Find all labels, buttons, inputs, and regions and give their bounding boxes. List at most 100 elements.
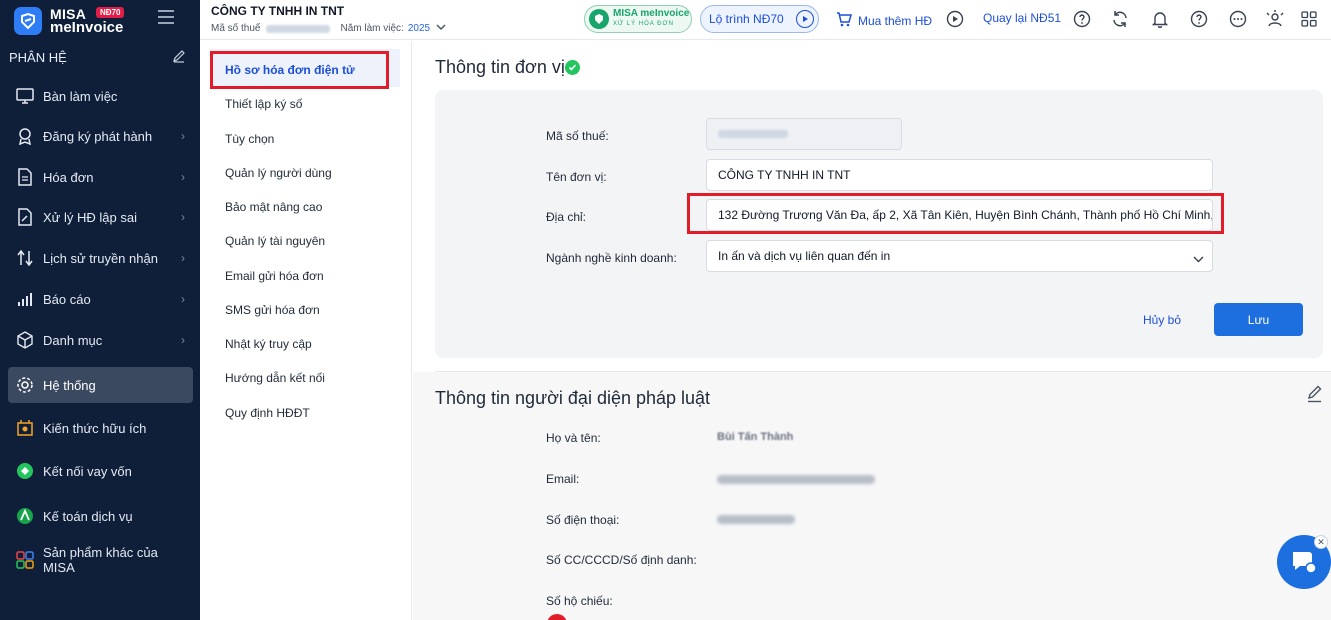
year-label: Năm làm việc: [340, 23, 404, 34]
tax-code-blurred [266, 24, 331, 33]
sidebar-item-san-pham-khac[interactable]: Sản phẩm khác của MISA [8, 542, 193, 578]
tax-code-blurred [718, 130, 788, 138]
section-title: PHÂN HỆ [9, 50, 67, 65]
highlight-box [210, 51, 389, 89]
address-label: Địa chỉ: [546, 210, 587, 224]
knowledge-icon [15, 418, 35, 438]
submenu-item[interactable]: Quản lý người dùng [225, 166, 332, 180]
bar-chart-icon [15, 289, 35, 309]
company-meta: Mã số thuế Năm làm việc: 2025 [211, 23, 446, 34]
brand-line2: meInvoice [50, 19, 124, 36]
chevron-down-icon [1193, 252, 1204, 266]
submenu-item[interactable]: Nhật ký truy cập [225, 337, 312, 351]
sidebar-item-label: Đăng ký phát hành [43, 128, 153, 144]
rep-passport-label: Số hộ chiếu: [546, 594, 613, 608]
misa-logo-icon [14, 7, 42, 35]
company-name: CÔNG TY TNHH IN TNT [211, 4, 345, 18]
sidebar-item-label: Kế toán dịch vụ [43, 508, 133, 524]
sidebar-item-bao-cao[interactable]: Báo cáo › [8, 281, 193, 317]
transfer-arrows-icon [15, 248, 35, 268]
rep-phone-blurred [717, 515, 795, 524]
sidebar-item-ke-toan-dich-vu[interactable]: Kế toán dịch vụ [8, 498, 193, 534]
submenu-item[interactable]: Email gửi hóa đơn [225, 269, 324, 283]
sidebar-item-ket-noi-vay-von[interactable]: Kết nối vay vốn [8, 453, 193, 489]
business-value: In ấn và dịch vụ liên quan đến in [718, 249, 891, 263]
unit-name-field[interactable]: CÔNG TY TNHH IN TNT [706, 159, 1213, 191]
rep-email-label: Email: [546, 472, 580, 486]
help-circle-icon[interactable] [1072, 9, 1092, 29]
buy-more-button[interactable]: Mua thêm HĐ [836, 11, 932, 30]
apps-grid-icon [15, 550, 35, 570]
sidebar-item-lich-su-truyen-nhan[interactable]: Lịch sử truyền nhận › [8, 240, 193, 276]
back-nd51-label: Quay lại NĐ51 [983, 11, 1062, 25]
sidebar-item-xu-ly-hd-lap-sai[interactable]: Xử lý HĐ lập sai › [8, 199, 193, 235]
user-settings-icon[interactable] [1265, 9, 1285, 29]
chevron-right-icon: › [181, 333, 185, 347]
hamburger-menu-icon[interactable] [158, 10, 174, 24]
tax-code-label: Mã số thuế: [546, 129, 609, 143]
tax-code-label: Mã số thuế [211, 23, 261, 34]
edit-pencil-icon[interactable] [1306, 385, 1323, 408]
unit-info-title: Thông tin đơn vị [435, 57, 565, 77]
apps-grid-icon[interactable] [1299, 9, 1319, 29]
chevron-down-icon[interactable] [436, 23, 446, 34]
rep-name-value: Bùi Tấn Thành [717, 431, 794, 443]
chevron-right-icon: › [181, 129, 185, 143]
misa-pill-title: MISA meInvoice [613, 8, 690, 19]
sidebar-item-he-thong[interactable]: Hệ thống [8, 367, 193, 403]
sidebar-item-dang-ky-phat-hanh[interactable]: Đăng ký phát hành › [8, 118, 193, 154]
cube-icon [15, 330, 35, 350]
document-icon [15, 167, 35, 187]
sidebar-item-label: Xử lý HĐ lập sai [43, 209, 137, 225]
sidebar-item-label: Hệ thống [43, 377, 96, 393]
loan-icon [15, 461, 35, 481]
legal-rep-title: Thông tin người đại diện pháp luật [435, 388, 711, 408]
roadmap-button[interactable]: Lộ trình NĐ70 [700, 5, 819, 33]
sidebar-item-hoa-don[interactable]: Hóa đơn › [8, 159, 193, 195]
submenu-item[interactable]: SMS gửi hóa đơn [225, 303, 320, 317]
edit-pencil-icon[interactable] [172, 49, 186, 68]
play-icon [796, 10, 814, 28]
misa-xu-ly-hoa-don-button[interactable]: MISA meInvoice XỬ LÝ HÓA ĐƠN [584, 5, 692, 33]
divider [435, 371, 1331, 372]
cancel-button[interactable]: Hủy bỏ [1143, 313, 1181, 327]
submenu-item[interactable]: Quy định HĐĐT [225, 406, 310, 420]
submenu-item[interactable]: Bảo mật nâng cao [225, 200, 322, 214]
rep-email-blurred [717, 475, 875, 484]
back-nd51-button[interactable]: Quay lại NĐ51 [983, 11, 1061, 25]
rep-id-label: Số CC/CCCD/Số định danh: [546, 553, 697, 567]
close-icon[interactable]: ✕ [1314, 535, 1328, 549]
sidebar-item-label: Danh mục [43, 332, 103, 348]
stamp-icon [15, 126, 35, 146]
submenu-item[interactable]: Quản lý tài nguyên [225, 234, 325, 248]
refresh-icon[interactable] [1110, 9, 1130, 29]
sidebar-item-ban-lam-viec[interactable]: Bàn làm việc [8, 78, 193, 114]
more-options-icon[interactable] [1228, 9, 1248, 29]
question-icon[interactable] [1189, 9, 1209, 29]
business-select[interactable]: In ấn và dịch vụ liên quan đến in [706, 240, 1213, 272]
bell-icon[interactable] [1150, 9, 1170, 29]
misa-pill-subtitle: XỬ LÝ HÓA ĐƠN [613, 21, 674, 27]
submenu-item[interactable]: Thiết lập ký số [225, 97, 302, 111]
save-button[interactable]: Lưu [1214, 303, 1303, 336]
year-value[interactable]: 2025 [408, 23, 430, 34]
chevron-right-icon: › [181, 210, 185, 224]
version-badge: NĐ70 [96, 7, 125, 18]
sidebar-item-kien-thuc[interactable]: Kiến thức hữu ích [8, 410, 193, 446]
chevron-right-icon: › [181, 251, 185, 265]
highlight-box [687, 193, 1224, 234]
sidebar-item-label: Kết nối vay vốn [43, 463, 132, 479]
sidebar-item-label: Kiến thức hữu ích [43, 420, 147, 436]
monitor-icon [15, 86, 35, 106]
play-circle-icon[interactable] [945, 9, 965, 29]
sidebar-item-label: Báo cáo [43, 291, 91, 307]
sidebar-item-label: Sản phẩm khác của MISA [42, 545, 158, 575]
check-circle-icon [565, 60, 580, 75]
settings-submenu: Hồ sơ hóa đơn điện tử Thiết lập ký số Tù… [200, 41, 412, 620]
submenu-item[interactable]: Hướng dẫn kết nối [225, 371, 325, 385]
top-header: CÔNG TY TNHH IN TNT Mã số thuế Năm làm v… [200, 0, 1331, 40]
sidebar-item-label: Bàn làm việc [43, 88, 118, 104]
rep-phone-label: Số điện thoại: [546, 513, 620, 527]
sidebar-item-danh-muc[interactable]: Danh mục › [8, 322, 193, 358]
submenu-item[interactable]: Tùy chọn [225, 132, 274, 146]
